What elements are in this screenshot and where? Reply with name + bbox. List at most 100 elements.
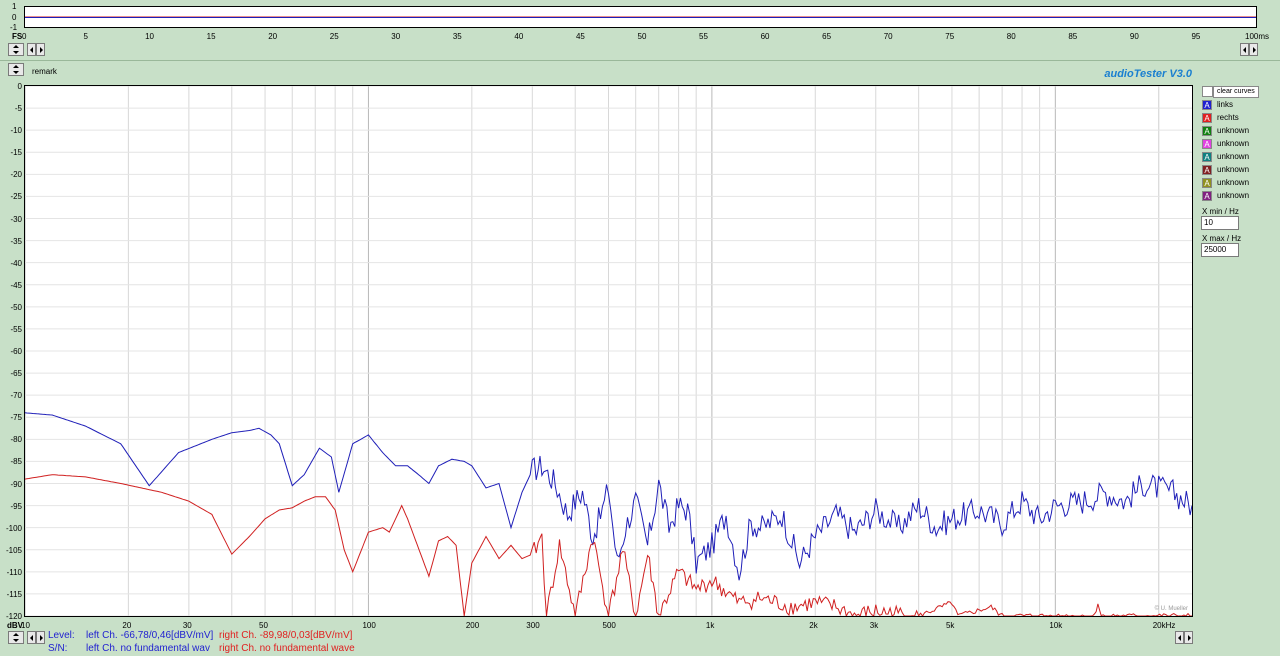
y-tick-label: -100	[5, 523, 22, 533]
xmin-input[interactable]: 10	[1201, 216, 1239, 230]
scope-y-tick-0: 0	[12, 13, 17, 22]
x-tick-label: 30	[182, 621, 192, 630]
sn-right-value: right Ch. no fundamental wave	[219, 643, 355, 654]
scope-x-tick: 15	[206, 32, 216, 41]
scope-x-tick: 30	[391, 32, 401, 41]
scope-fs-label: FS	[12, 32, 23, 41]
scope-x-tick: 0	[22, 32, 27, 41]
dbv-axis-label: dBV	[7, 621, 23, 630]
scope-x-tick: 10	[145, 32, 154, 41]
scope-x-tick: 5	[83, 32, 88, 41]
spectrum-scroll-left-button-right[interactable]	[1175, 631, 1184, 644]
scope-trace	[25, 16, 1256, 18]
legend-swatch[interactable]: A	[1202, 139, 1212, 149]
scope-zoom-spin[interactable]	[8, 43, 24, 56]
scope-scroll-right-button[interactable]	[36, 43, 45, 56]
x-tick-label: 200	[465, 621, 480, 630]
level-label: Level:	[48, 630, 75, 641]
xmin-label: X min / Hz	[1202, 207, 1239, 216]
y-tick-label: -60	[10, 347, 22, 356]
scope-x-tick: 45	[575, 32, 585, 41]
clear-curves-checkbox[interactable]	[1202, 86, 1213, 97]
legend-label: rechts	[1217, 113, 1239, 122]
y-tick-label: -80	[10, 435, 22, 445]
x-tick-label: 100	[362, 621, 376, 630]
scope-plot	[24, 6, 1257, 28]
y-tick-label: -85	[10, 457, 22, 467]
y-tick-label: -40	[10, 258, 22, 268]
scope-x-tick: 95	[1191, 32, 1201, 41]
y-tick-label: -45	[10, 280, 22, 290]
x-tick-label: 2k	[809, 621, 818, 630]
y-tick-label: -65	[10, 369, 22, 379]
scope-x-tick: 40	[514, 32, 524, 41]
xmax-label: X max / Hz	[1202, 234, 1242, 243]
y-tick-label: -50	[10, 302, 22, 312]
scope-x-tick: 90	[1129, 32, 1139, 41]
spectrum-zoom-spin[interactable]	[8, 631, 24, 644]
scope-x-tick: 55	[699, 32, 708, 41]
legend-swatch[interactable]: A	[1202, 178, 1212, 188]
y-tick-label: -105	[5, 545, 22, 555]
scope-x-tick: 25	[329, 32, 339, 41]
legend-label: unknown	[1217, 178, 1250, 187]
scope-x-tick: 100ms	[1245, 32, 1270, 41]
scope-scroll-left-button[interactable]	[27, 43, 36, 56]
spectrum-plot: © U. Mueller	[24, 85, 1193, 617]
scope-x-tick: 60	[760, 32, 770, 41]
legend-swatch[interactable]: A	[1202, 191, 1212, 201]
x-tick-label: 20	[122, 621, 132, 630]
remark-label: remark	[32, 67, 57, 76]
x-tick-label: 3k	[869, 621, 879, 630]
legend-label: unknown	[1217, 191, 1250, 200]
legend-label: links	[1217, 100, 1234, 109]
xmax-input[interactable]: 25000	[1201, 243, 1239, 257]
scope-x-tick: 85	[1068, 32, 1078, 41]
copyright-watermark: © U. Mueller	[1154, 606, 1188, 612]
level-right-value: right Ch. -89,98/0,03[dBV/mV]	[219, 630, 353, 641]
scope-scroll-left-button-right[interactable]	[1240, 43, 1249, 56]
legend-swatch[interactable]: A	[1202, 100, 1212, 110]
y-tick-label: -55	[10, 324, 22, 334]
legend-label: unknown	[1217, 152, 1250, 161]
scope-x-tick: 35	[452, 32, 462, 41]
y-tick-label: -90	[10, 479, 22, 489]
legend-swatch[interactable]: A	[1202, 113, 1212, 123]
y-tick-label: -70	[10, 391, 22, 401]
legend-swatch[interactable]: A	[1202, 126, 1212, 136]
y-tick-label: -10	[10, 126, 22, 136]
scope-x-tick: 75	[945, 32, 955, 41]
y-tick-label: -25	[10, 192, 22, 202]
scope-x-tick: 70	[883, 32, 893, 41]
legend-swatch[interactable]: A	[1202, 165, 1212, 175]
x-tick-label: 50	[259, 621, 268, 630]
scope-x-tick: 20	[268, 32, 278, 41]
scope-scroll-right-button-right[interactable]	[1249, 43, 1258, 56]
y-tick-label: -115	[6, 589, 22, 599]
spectrum-scroll-right-button[interactable]	[36, 631, 45, 644]
legend-label: unknown	[1217, 126, 1250, 135]
y-tick-label: -15	[10, 148, 22, 158]
y-tick-label: -30	[10, 214, 22, 224]
remark-spin[interactable]	[8, 63, 24, 76]
scope-x-tick: 80	[1006, 32, 1016, 41]
x-tick-label: 20kHz	[1152, 621, 1176, 630]
app-title: audioTester V3.0	[1104, 68, 1192, 80]
level-left-value: left Ch. -66,78/0,46[dBV/mV]	[86, 630, 214, 641]
sn-label: S/N:	[48, 643, 68, 654]
spectrum-scroll-right-button-right[interactable]	[1184, 631, 1193, 644]
x-tick-label: 10k	[1049, 621, 1063, 630]
scope-x-tick: 65	[822, 32, 832, 41]
spectrum-scroll-left-button[interactable]	[27, 631, 36, 644]
clear-curves-button[interactable]: clear curves	[1213, 86, 1259, 98]
y-tick-label: -110	[6, 567, 22, 577]
x-tick-label: 5k	[945, 621, 955, 630]
y-tick-label: -120	[5, 612, 22, 621]
sn-left-value: left Ch. no fundamental wav	[86, 643, 210, 654]
legend-label: unknown	[1217, 165, 1250, 174]
y-tick-label: -95	[10, 501, 22, 511]
x-tick-label: 300	[526, 621, 540, 630]
x-tick-label: 1k	[705, 621, 715, 630]
scope-y-tick-neg1: -1	[10, 23, 18, 32]
legend-swatch[interactable]: A	[1202, 152, 1212, 162]
